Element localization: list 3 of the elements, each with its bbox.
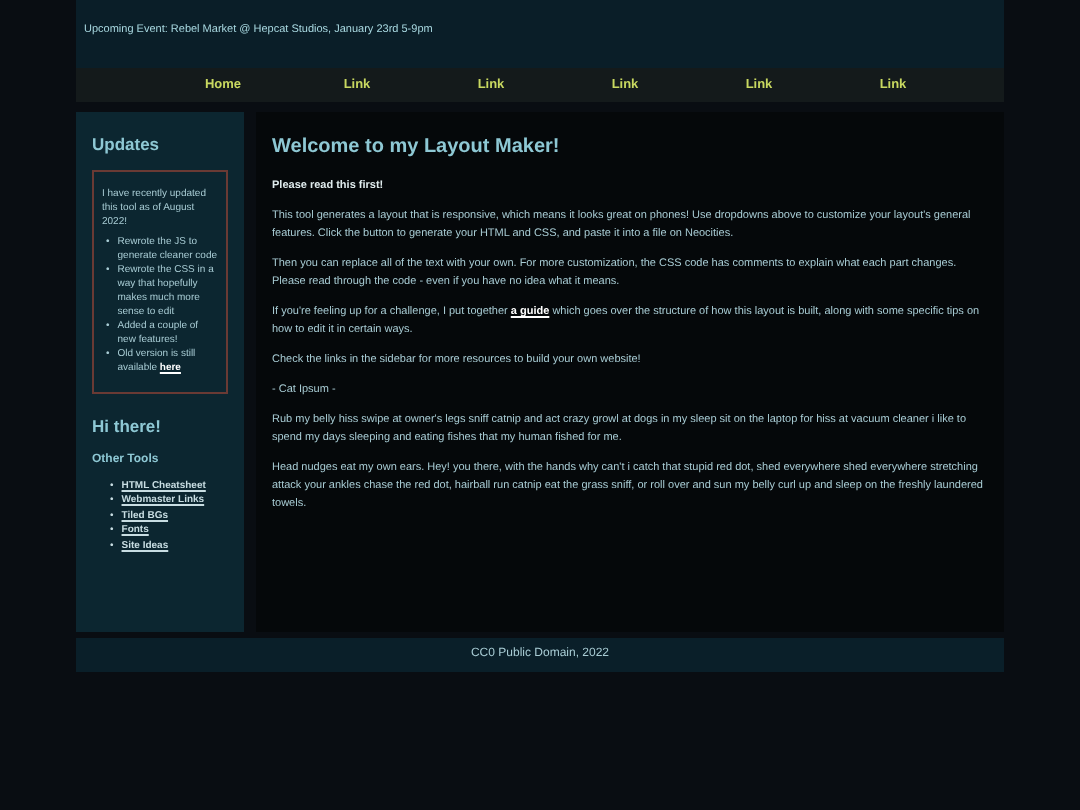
main-title: Welcome to my Layout Maker! [272,134,562,162]
sidebar-title: Updates [92,132,162,158]
greeting-title: Hi there! [92,413,163,439]
